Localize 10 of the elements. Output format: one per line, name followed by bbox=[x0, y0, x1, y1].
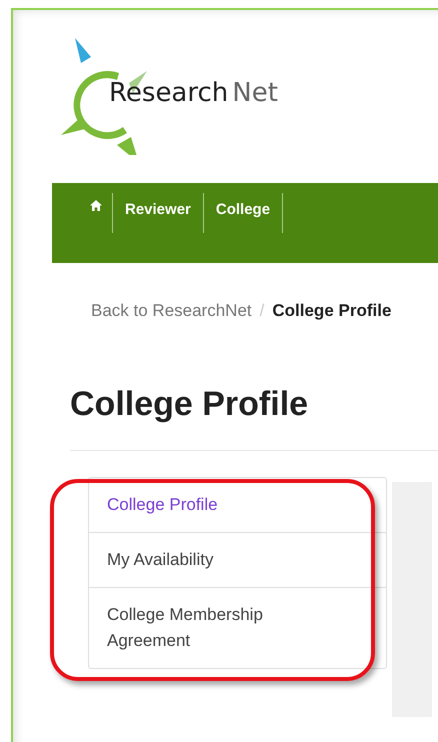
menu-item[interactable]: My Availability bbox=[89, 532, 386, 587]
breadcrumb-current: College Profile bbox=[272, 301, 392, 321]
breadcrumb-link[interactable]: Back to ResearchNet bbox=[91, 301, 252, 321]
logo-text: Research Net bbox=[109, 78, 278, 108]
menu-item[interactable]: College Membership Agreement bbox=[89, 587, 386, 668]
page-heading: College Profile bbox=[70, 385, 310, 424]
breadcrumb-separator: / bbox=[260, 301, 264, 321]
nav-link[interactable]: Reviewer bbox=[113, 193, 203, 218]
menu-item[interactable]: College Profile bbox=[89, 478, 386, 532]
nav-link[interactable]: College bbox=[204, 193, 282, 218]
